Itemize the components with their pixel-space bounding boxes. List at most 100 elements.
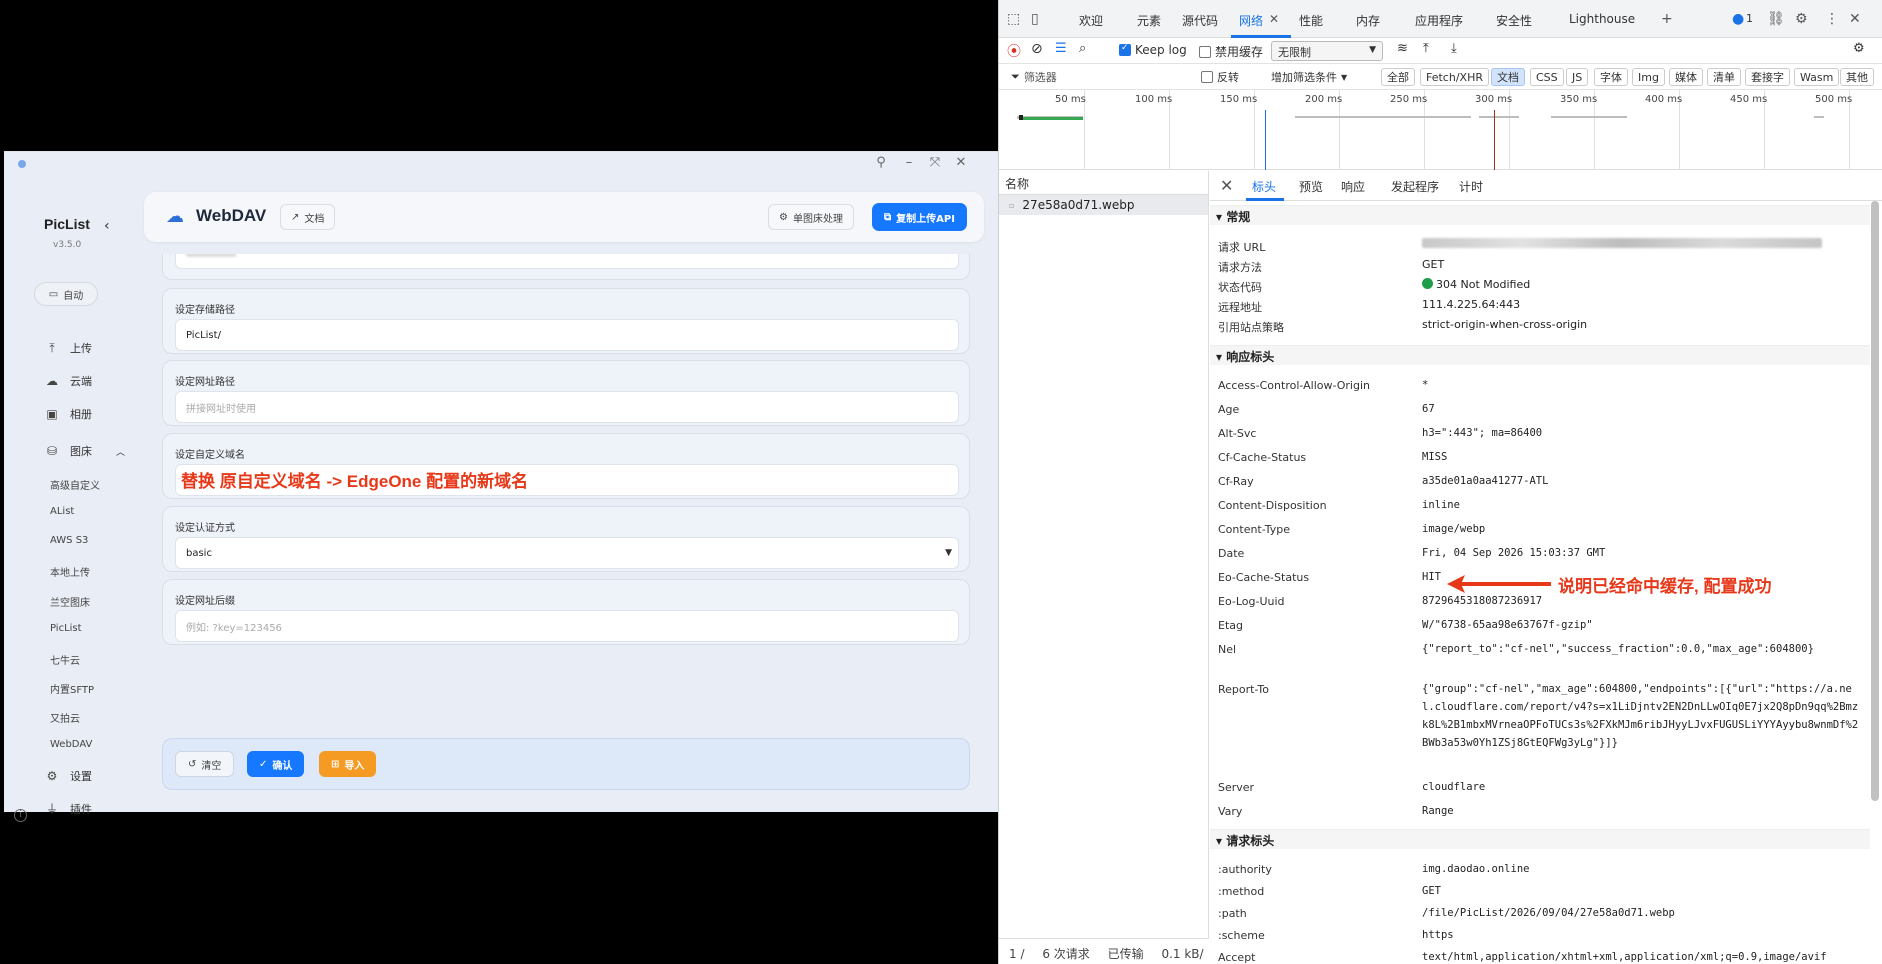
throttle-select[interactable]: 无限制 ▼ (1271, 41, 1383, 61)
filter-css[interactable]: CSS (1530, 68, 1564, 86)
bed-item[interactable]: 又拍云 (50, 710, 80, 725)
filter-fetch-xhr[interactable]: Fetch/XHR (1420, 68, 1489, 86)
tab-sources[interactable]: 源代码 (1182, 12, 1218, 29)
single-bed-button[interactable]: ⚙ 单图床处理 (768, 204, 854, 230)
filter-toggle-icon[interactable]: ☰ (1055, 41, 1067, 56)
network-timeline[interactable]: 50 ms 100 ms 150 ms 200 ms 250 ms 300 ms… (999, 90, 1882, 170)
search-icon[interactable]: ⌕ (1079, 41, 1086, 56)
pin-icon[interactable]: ⚲ (872, 155, 890, 170)
filter-doc[interactable]: 文档 (1491, 68, 1525, 86)
clear-button[interactable]: ↺ 清空 (175, 751, 235, 777)
bed-item[interactable]: 高级自定义 (50, 477, 100, 492)
network-settings-icon[interactable]: ⚙ (1853, 41, 1865, 56)
auth-select[interactable]: basic ▼ (175, 537, 959, 569)
bed-item[interactable]: PicList (50, 623, 82, 634)
tab-preview[interactable]: 预览 (1299, 178, 1323, 195)
more-options-icon[interactable]: ⋮ (1825, 11, 1839, 27)
filter-img[interactable]: Img (1632, 68, 1665, 86)
disable-cache-toggle[interactable]: 禁用缓存 (1199, 43, 1263, 60)
copy-upload-api-button[interactable]: ⧉ 复制上传API (872, 203, 967, 231)
import-har-icon[interactable]: ⤒ (1423, 41, 1429, 56)
bed-item[interactable]: 本地上传 (50, 564, 90, 579)
inspect-icon[interactable]: ⬚ (1007, 11, 1020, 27)
tab-memory[interactable]: 内存 (1356, 12, 1380, 29)
info-icon[interactable]: i (14, 809, 27, 822)
record-icon[interactable]: ⦿ (1007, 41, 1021, 61)
auth-value: basic (186, 547, 212, 559)
keep-log-toggle[interactable]: Keep log (1119, 43, 1187, 57)
filter-media[interactable]: 媒体 (1669, 68, 1703, 86)
request-section-header[interactable]: ▾ 请求标头 (1210, 829, 1870, 849)
sidebar-item-cloud[interactable]: ☁ 云端 (44, 373, 92, 389)
tab-welcome[interactable]: 欢迎 (1079, 12, 1103, 29)
bed-item[interactable]: 内置SFTP (50, 681, 94, 696)
tab-security[interactable]: 安全性 (1496, 12, 1532, 29)
minimize-button[interactable]: – (900, 155, 918, 170)
disable-cache-checkbox[interactable] (1199, 45, 1211, 58)
auto-theme-button[interactable]: ▭ 自动 (34, 282, 98, 306)
bed-item[interactable]: 兰空图床 (50, 594, 90, 609)
import-button[interactable]: ⊞ 导入 (319, 751, 377, 777)
close-devtools-icon[interactable]: ✕ (1849, 11, 1861, 27)
invert-checkbox[interactable] (1201, 71, 1213, 83)
tab-response[interactable]: 响应 (1341, 178, 1365, 195)
password-input[interactable] (175, 254, 959, 269)
header-name: 引用站点策略 (1218, 321, 1284, 334)
filter-all[interactable]: 全部 (1381, 68, 1415, 86)
sidebar-item-plugins[interactable]: ⏚ 插件 (44, 800, 92, 817)
close-tab-icon[interactable]: ✕ (1269, 12, 1279, 26)
web-path-input[interactable]: 拼接网址时使用 (175, 391, 959, 423)
tab-initiator[interactable]: 发起程序 (1391, 178, 1439, 195)
confirm-button[interactable]: ✓ 确认 (247, 751, 305, 777)
filter-other[interactable]: 其他 (1840, 68, 1874, 86)
timeline-tick: 300 ms (1475, 94, 1513, 105)
name-column-header[interactable]: 名称 (999, 171, 1208, 195)
devtools-tabbar: ⬚ ▯ 欢迎 元素 源代码 网络 ✕ 性能 内存 应用程序 安全性 Lighth… (999, 0, 1882, 38)
issues-icon[interactable]: ● (1732, 11, 1744, 27)
bed-item[interactable]: AWS S3 (50, 535, 88, 546)
path-input[interactable]: PicList/ (175, 319, 959, 351)
keep-log-checkbox[interactable] (1119, 43, 1131, 56)
suffix-input[interactable]: 例如: ?key=123456 (175, 610, 959, 642)
filter-wasm[interactable]: Wasm (1794, 68, 1840, 86)
response-section-header[interactable]: ▾ 响应标头 (1210, 345, 1870, 365)
scrollbar[interactable] (1871, 201, 1879, 801)
filter-manifest[interactable]: 清单 (1707, 68, 1741, 86)
tab-timing[interactable]: 计时 (1459, 178, 1483, 195)
sidebar-item-settings[interactable]: ⚙ 设置 (44, 768, 92, 784)
sidebar-item-image-beds[interactable]: ⛁ 图床 ︿ (44, 443, 125, 459)
close-detail-icon[interactable]: ✕ (1220, 176, 1233, 195)
bed-item-webdav[interactable]: WebDAV (50, 739, 92, 750)
general-section-header[interactable]: ▾ 常规 (1210, 205, 1870, 225)
tab-headers[interactable]: 标头 (1252, 178, 1276, 195)
tab-elements[interactable]: 元素 (1137, 12, 1161, 29)
wifi-icon[interactable]: ≋ (1397, 41, 1408, 56)
filter-js[interactable]: JS (1566, 68, 1589, 86)
reset-icon: ↺ (188, 758, 197, 770)
settings-gear-icon[interactable]: ⚙ (1795, 11, 1808, 27)
maximize-button[interactable]: ⤧ (926, 155, 944, 170)
tab-application[interactable]: 应用程序 (1415, 12, 1463, 29)
export-har-icon[interactable]: ⤓ (1451, 41, 1457, 56)
request-row[interactable]: ▫ 27e58a0d71.webp (999, 195, 1208, 215)
bed-item[interactable]: AList (50, 506, 74, 517)
filter-input[interactable]: ⏷ 筛选器 (1011, 69, 1057, 85)
tab-performance[interactable]: 性能 (1299, 12, 1323, 29)
tab-network[interactable]: 网络 (1239, 12, 1263, 29)
device-toggle-icon[interactable]: ▯ (1031, 11, 1039, 27)
request-bar (1295, 116, 1471, 118)
filter-socket[interactable]: 套接字 (1745, 68, 1790, 86)
invert-toggle[interactable]: 反转 (1201, 69, 1239, 85)
bed-item[interactable]: 七牛云 (50, 652, 80, 667)
tab-lighthouse[interactable]: Lighthouse (1569, 12, 1635, 26)
more-filters-dropdown[interactable]: 增加筛选条件 ▼ (1271, 69, 1347, 85)
close-button[interactable]: ✕ (952, 155, 970, 170)
add-tab-icon[interactable]: + (1661, 11, 1673, 27)
sidebar-item-upload[interactable]: ⤒ 上传 (44, 340, 92, 356)
collapse-sidebar-icon[interactable]: ‹ (104, 218, 110, 234)
filter-font[interactable]: 字体 (1594, 68, 1628, 86)
clear-log-icon[interactable]: ⊘ (1031, 41, 1043, 57)
sidebar-item-album[interactable]: ▣ 相册 (44, 406, 92, 422)
connection-icon[interactable]: ⛓ (1767, 11, 1785, 27)
docs-button[interactable]: ↗ 文档 (280, 204, 336, 230)
